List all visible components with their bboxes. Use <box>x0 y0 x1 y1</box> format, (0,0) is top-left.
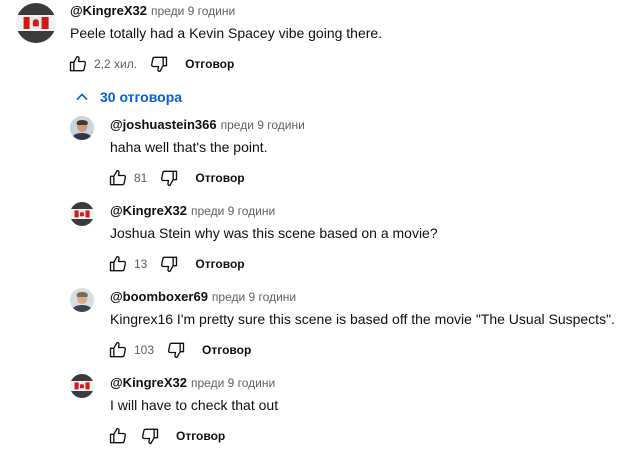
reply-author[interactable]: @KingreX32 <box>110 375 187 390</box>
like-count: 2,2 хил. <box>94 57 138 71</box>
thumbs-up-icon <box>109 427 127 444</box>
reply-time[interactable]: преди 9 години <box>191 204 275 218</box>
avatar-band-top <box>70 374 94 382</box>
reply-actions: 13 Отговор <box>106 252 245 276</box>
like-button[interactable] <box>106 424 130 448</box>
avatar-body <box>72 304 92 312</box>
reply-time[interactable]: преди 9 години <box>221 118 305 132</box>
dislike-button[interactable] <box>147 52 171 76</box>
chevron-up-icon <box>76 93 88 101</box>
replies-toggle[interactable]: 30 отговора <box>74 86 182 108</box>
reply-text: Joshua Stein why was this scene based on… <box>110 225 438 241</box>
like-button[interactable] <box>66 52 90 76</box>
dislike-button[interactable] <box>138 424 162 448</box>
like-button[interactable] <box>106 252 130 276</box>
comment-actions: 2,2 хил. Отговор <box>66 52 234 76</box>
like-count: 103 <box>134 343 155 357</box>
thumbs-up-icon <box>69 55 87 72</box>
avatar-band-bottom <box>70 390 94 398</box>
reply-header: @KingreX32 преди 9 години <box>110 375 275 390</box>
reply-button[interactable]: Отговор <box>185 57 234 71</box>
reply-header: @KingreX32 преди 9 години <box>110 203 275 218</box>
reply-button[interactable]: Отговор <box>195 257 244 271</box>
canada-flag-icon <box>74 210 90 218</box>
thumbs-down-icon <box>161 256 178 273</box>
avatar-body <box>72 132 92 140</box>
thumbs-up-icon <box>109 255 127 272</box>
reply-button[interactable]: Отговор <box>195 171 244 185</box>
reply-time[interactable]: преди 9 години <box>212 290 296 304</box>
thumbs-up-icon <box>109 169 127 186</box>
avatar[interactable] <box>70 116 94 140</box>
dislike-button[interactable] <box>157 252 181 276</box>
reply-text: haha well that's the point. <box>110 139 268 155</box>
replies-count-label: 30 отговора <box>100 89 183 105</box>
canada-flag-icon <box>74 382 90 390</box>
reply-actions: 81 Отговор <box>106 166 245 190</box>
thumbs-up-icon <box>109 341 127 358</box>
reply-author[interactable]: @KingreX32 <box>110 203 187 218</box>
reply-actions: 103 Отговор <box>106 338 251 362</box>
reply-author[interactable]: @boomboxer69 <box>110 289 208 304</box>
reply-actions: Отговор <box>106 424 225 448</box>
avatar[interactable] <box>70 374 94 398</box>
avatar[interactable] <box>70 202 94 226</box>
reply-time[interactable]: преди 9 години <box>191 376 275 390</box>
reply-header: @joshuastein366 преди 9 години <box>110 117 305 132</box>
dislike-button[interactable] <box>157 166 181 190</box>
reply-text: I will have to check that out <box>110 397 279 413</box>
comment-text: Peele totally had a Kevin Spacey vibe go… <box>70 25 383 41</box>
like-count: 13 <box>134 257 148 271</box>
maple-leaf-icon <box>80 211 84 217</box>
comment-time[interactable]: преди 9 години <box>151 4 235 18</box>
thumbs-down-icon <box>151 56 168 73</box>
avatar-band-top <box>70 202 94 210</box>
comment-header: @KingreX32 преди 9 години <box>70 3 235 18</box>
reply-header: @boomboxer69 преди 9 години <box>110 289 296 304</box>
avatar-band-top <box>16 3 56 15</box>
like-button[interactable] <box>106 338 130 362</box>
thumbs-down-icon <box>168 342 185 359</box>
avatar-band-bottom <box>70 218 94 226</box>
dislike-button[interactable] <box>164 338 188 362</box>
comment-author[interactable]: @KingreX32 <box>70 3 147 18</box>
reply-button[interactable]: Отговор <box>202 343 251 357</box>
like-button[interactable] <box>106 166 130 190</box>
avatar-hair <box>76 291 88 298</box>
avatar-band-bottom <box>16 31 56 43</box>
thumbs-down-icon <box>141 428 159 445</box>
avatar-hair <box>76 119 88 126</box>
avatar[interactable] <box>70 288 94 312</box>
like-count: 81 <box>134 171 148 185</box>
thumbs-down-icon <box>161 170 178 187</box>
maple-leaf-icon <box>80 383 84 389</box>
reply-button[interactable]: Отговор <box>176 429 225 443</box>
maple-leaf-icon <box>33 19 39 27</box>
canada-flag-icon <box>23 17 49 29</box>
reply-author[interactable]: @joshuastein366 <box>110 117 217 132</box>
avatar[interactable] <box>16 3 56 43</box>
reply-text: Kingrex16 I'm pretty sure this scene is … <box>110 311 615 327</box>
